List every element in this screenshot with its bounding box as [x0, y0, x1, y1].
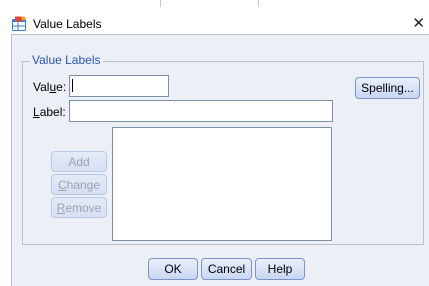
background-window-edge: [0, 0, 429, 7]
value-labels-dialog: Value Labels ✕ Value Labels Value: Label…: [0, 0, 429, 286]
title-bar[interactable]: Value Labels ✕: [0, 7, 429, 32]
dialog-title: Value Labels: [33, 17, 102, 31]
spelling-button[interactable]: Spelling...: [355, 77, 420, 99]
label-field-label: Label:: [33, 105, 66, 119]
label-input[interactable]: [69, 100, 333, 122]
cancel-button[interactable]: Cancel: [201, 258, 252, 280]
value-input[interactable]: [69, 75, 169, 97]
spss-table-icon: [12, 16, 26, 31]
add-button[interactable]: Add: [51, 151, 107, 172]
text-caret: [72, 79, 73, 92]
close-icon[interactable]: ✕: [412, 14, 425, 32]
ok-button[interactable]: OK: [148, 258, 198, 280]
help-button[interactable]: Help: [255, 258, 305, 280]
remove-button[interactable]: Remove: [51, 197, 107, 218]
value-labels-list[interactable]: [112, 127, 332, 241]
change-button[interactable]: Change: [51, 174, 107, 195]
group-legend: Value Labels: [30, 53, 103, 67]
value-field-label: Value:: [33, 80, 67, 94]
